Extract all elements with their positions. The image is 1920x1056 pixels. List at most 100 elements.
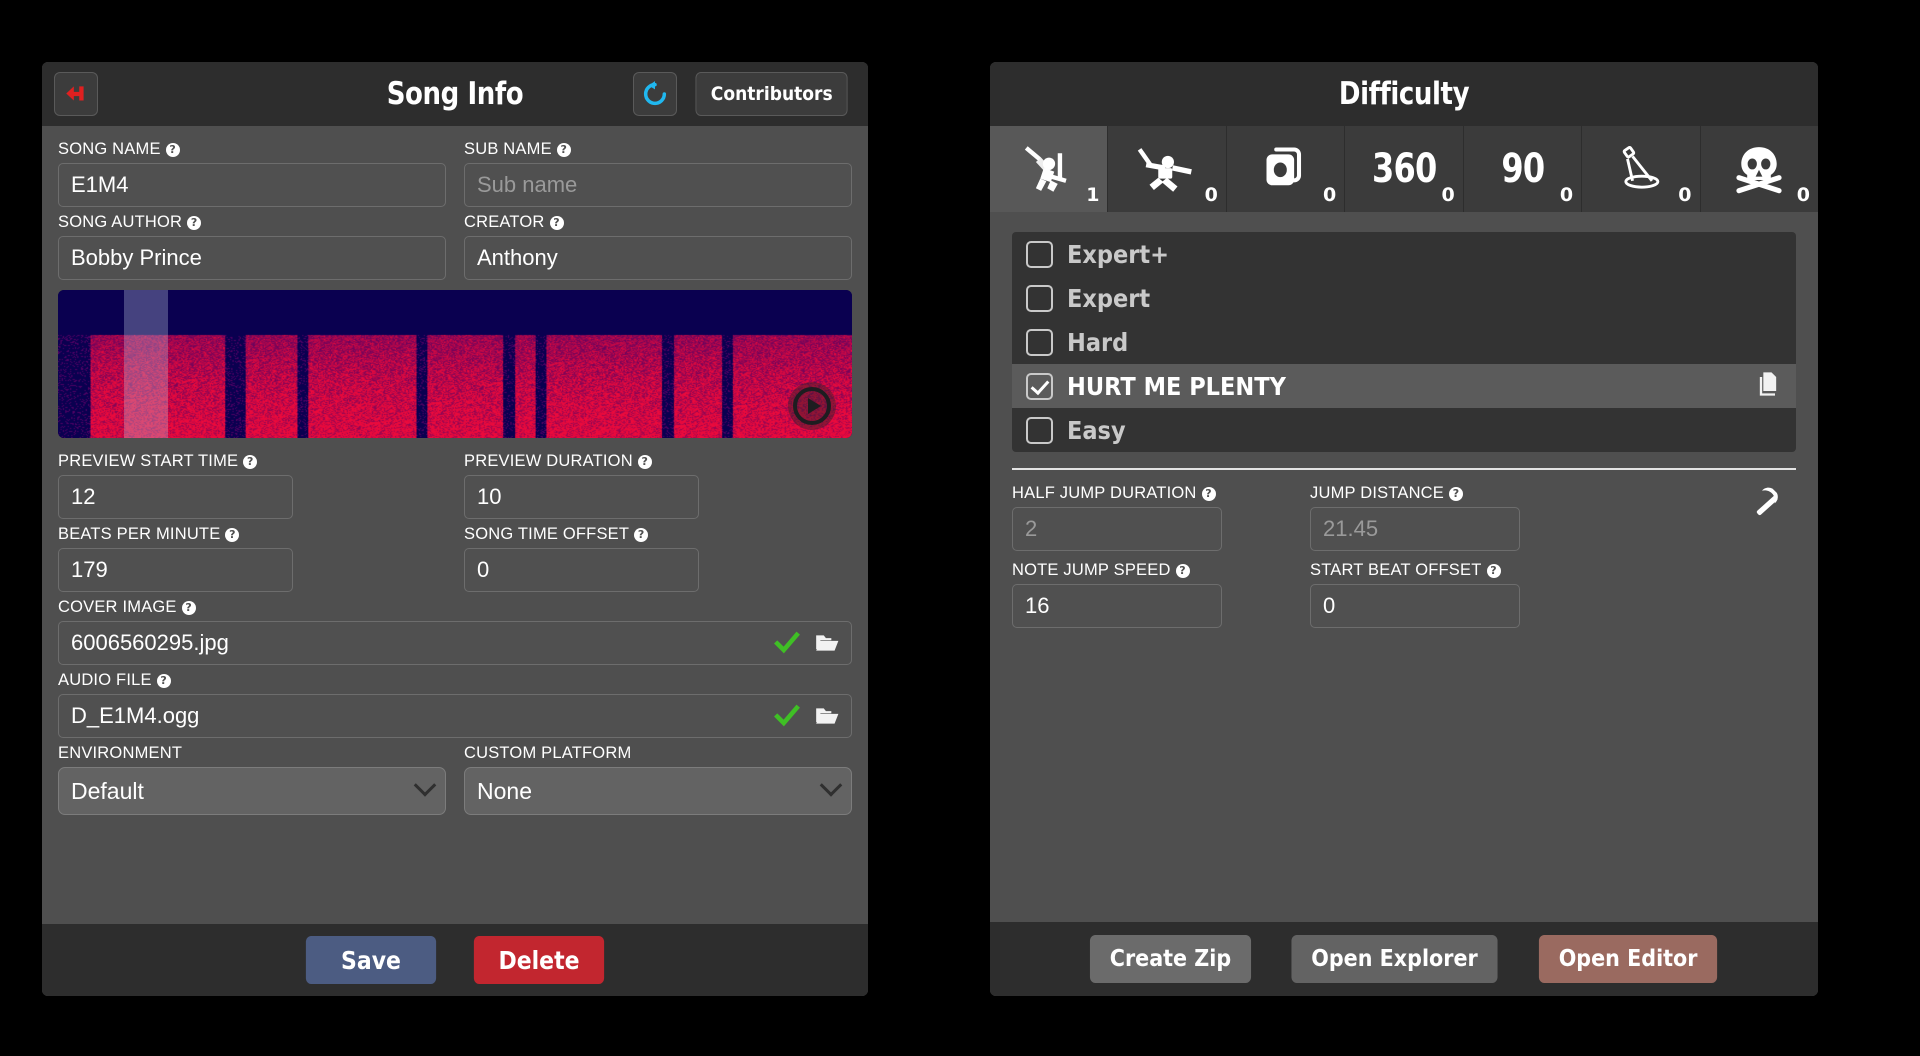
song-name-label: SONG NAME ?	[58, 140, 446, 159]
half-jump-duration-label: HALF JUMP DURATION ?	[1012, 484, 1222, 503]
environment-field: ENVIRONMENT Default	[58, 744, 446, 815]
mode-standard[interactable]: 1	[990, 126, 1109, 212]
preview-duration-input[interactable]: 10	[464, 475, 699, 519]
contributors-button[interactable]: Contributors	[695, 72, 848, 116]
mode-360[interactable]: 360 0	[1345, 126, 1464, 212]
help-icon[interactable]: ?	[181, 600, 196, 615]
song-time-offset-input[interactable]: 0	[464, 548, 699, 592]
chevron-down-icon	[819, 774, 843, 797]
pickaxe-icon	[1756, 487, 1778, 516]
help-icon[interactable]: ?	[637, 454, 652, 469]
difficulty-row-hurt-me-plenty[interactable]: HURT ME PLENTY	[1012, 364, 1796, 408]
jump-distance-field: JUMP DISTANCE ? 21.45	[1310, 484, 1520, 551]
mode-lightshow[interactable]: 0	[1582, 126, 1701, 212]
pickaxe-button[interactable]	[1750, 480, 1790, 525]
preview-start-time-label-text: PREVIEW START TIME	[58, 452, 239, 470]
mode-90[interactable]: 90 0	[1464, 126, 1583, 212]
help-icon[interactable]: ?	[187, 215, 202, 230]
start-beat-offset-input[interactable]: 0	[1310, 584, 1520, 628]
open-explorer-button[interactable]: Open Explorer	[1291, 935, 1498, 983]
spectrogram[interactable]	[58, 290, 852, 438]
mode-no-arrows[interactable]: 0	[1108, 126, 1227, 212]
creator-input[interactable]: Anthony	[464, 236, 852, 280]
reset-button[interactable]	[632, 72, 677, 116]
back-button[interactable]	[54, 72, 98, 116]
help-icon[interactable]: ?	[556, 142, 571, 157]
create-zip-button[interactable]: Create Zip	[1089, 935, 1251, 983]
difficulty-header: Difficulty	[990, 62, 1818, 126]
audio-file-input[interactable]: D_E1M4.ogg	[58, 694, 852, 738]
help-icon[interactable]: ?	[225, 527, 240, 542]
folder-icon[interactable]	[812, 630, 842, 656]
help-icon[interactable]: ?	[1486, 563, 1501, 578]
help-icon[interactable]: ?	[1175, 563, 1190, 578]
song-time-offset-label-text: SONG TIME OFFSET	[464, 525, 630, 543]
note-jump-speed-field: NOTE JUMP SPEED ? 16	[1012, 561, 1222, 628]
cover-image-field: COVER IMAGE ? 6006560295.jpg	[58, 598, 852, 665]
help-icon[interactable]: ?	[1449, 486, 1464, 501]
author-row: SONG AUTHOR ? Bobby Prince CREATOR ? Ant…	[58, 213, 852, 280]
delete-button[interactable]: Delete	[473, 936, 605, 984]
difficulty-level-list: Expert+ Expert Hard HURT ME PLENTY Easy	[1012, 232, 1796, 452]
preview-start-time-field: PREVIEW START TIME ? 12	[58, 452, 446, 519]
folder-icon[interactable]	[812, 703, 842, 729]
creator-label-text: CREATOR	[464, 213, 545, 231]
sub-name-input[interactable]: Sub name	[464, 163, 852, 207]
reset-icon	[643, 81, 666, 106]
mode-360-count: 0	[1441, 184, 1455, 206]
chevron-down-icon	[413, 774, 437, 797]
characteristic-mode-bar: 1 0 0 360 0 90 0 0 0	[990, 126, 1818, 212]
cover-image-input[interactable]: 6006560295.jpg	[58, 621, 852, 665]
bpm-row: BEATS PER MINUTE ? 179 SONG TIME OFFSET …	[58, 525, 852, 592]
note-jump-speed-input[interactable]: 16	[1012, 584, 1222, 628]
audio-preview	[58, 290, 852, 438]
note-jump-speed-label: NOTE JUMP SPEED ?	[1012, 561, 1222, 580]
checkbox-hurt-me-plenty[interactable]	[1026, 372, 1053, 400]
difficulty-row-expert[interactable]: Expert	[1012, 276, 1796, 320]
difficulty-row-expert-plus[interactable]: Expert+	[1012, 232, 1796, 276]
play-button[interactable]	[788, 382, 836, 430]
song-time-offset-label: SONG TIME OFFSET ?	[464, 525, 852, 544]
jump-distance-label: JUMP DISTANCE ?	[1310, 484, 1520, 503]
help-icon[interactable]: ?	[156, 673, 171, 688]
custom-platform-label: CUSTOM PLATFORM	[464, 744, 632, 762]
song-info-panel: Song Info Contributors SONG NAME ? E1M4	[42, 62, 868, 996]
environment-label: ENVIRONMENT	[58, 744, 183, 762]
open-editor-button[interactable]: Open Editor	[1538, 935, 1718, 983]
song-author-input[interactable]: Bobby Prince	[58, 236, 446, 280]
preview-start-time-input[interactable]: 12	[58, 475, 293, 519]
song-name-input[interactable]: E1M4	[58, 163, 446, 207]
checkbox-easy[interactable]	[1026, 416, 1053, 444]
checkbox-expert-plus[interactable]	[1026, 240, 1053, 268]
help-icon[interactable]: ?	[165, 142, 180, 157]
mode-one-saber[interactable]: 0	[1227, 126, 1346, 212]
help-icon[interactable]: ?	[634, 527, 649, 542]
song-info-footer: Save Delete	[42, 924, 868, 996]
bpm-input[interactable]: 179	[58, 548, 293, 592]
cover-image-label-text: COVER IMAGE	[58, 598, 177, 616]
difficulty-label-hard: Hard	[1067, 327, 1129, 357]
help-icon[interactable]: ?	[549, 215, 564, 230]
environment-select[interactable]: Default	[58, 767, 446, 815]
mode-lawless[interactable]: 0	[1701, 126, 1818, 212]
copy-difficulty-button[interactable]	[1754, 370, 1782, 403]
checkbox-hard[interactable]	[1026, 328, 1053, 356]
help-icon[interactable]: ?	[1201, 486, 1216, 501]
save-button[interactable]: Save	[305, 936, 437, 984]
mode-no-arrows-count: 0	[1204, 184, 1218, 206]
play-icon	[793, 387, 831, 425]
spectrogram-canvas[interactable]	[58, 290, 852, 438]
audio-file-label: AUDIO FILE ?	[58, 671, 852, 690]
difficulty-panel: Difficulty 1 0 0 360 0 90 0 0 0 Expert+ …	[990, 62, 1818, 996]
one-saber-icon	[1266, 147, 1301, 186]
help-icon[interactable]: ?	[243, 454, 258, 469]
custom-platform-select[interactable]: None	[464, 767, 852, 815]
creator-label: CREATOR ?	[464, 213, 852, 232]
jump-row-2: NOTE JUMP SPEED ? 16 START BEAT OFFSET ?…	[1012, 561, 1796, 628]
difficulty-row-hard[interactable]: Hard	[1012, 320, 1796, 364]
difficulty-body: Expert+ Expert Hard HURT ME PLENTY Easy …	[990, 212, 1818, 922]
checkbox-expert[interactable]	[1026, 284, 1053, 312]
jump-distance-input: 21.45	[1310, 507, 1520, 551]
song-info-body: SONG NAME ? E1M4 SUB NAME ? Sub name SON…	[42, 126, 868, 924]
difficulty-row-easy[interactable]: Easy	[1012, 408, 1796, 452]
